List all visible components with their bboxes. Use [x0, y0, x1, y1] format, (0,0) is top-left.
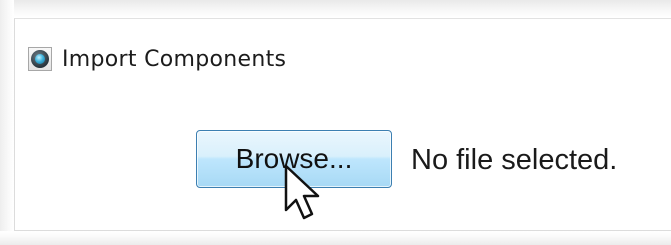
radio-selected-icon[interactable]: [28, 47, 52, 71]
window-top-shadow: [0, 0, 671, 18]
browse-button[interactable]: Browse...: [196, 130, 392, 188]
window-left-shadow: [0, 0, 14, 245]
radio-button-ring: [31, 50, 49, 68]
window-bottom-shadow: [0, 231, 671, 245]
import-components-label: Import Components: [62, 46, 287, 72]
import-components-option[interactable]: Import Components: [28, 44, 286, 74]
radio-button-dot: [35, 54, 45, 64]
file-status-text: No file selected.: [411, 144, 618, 176]
